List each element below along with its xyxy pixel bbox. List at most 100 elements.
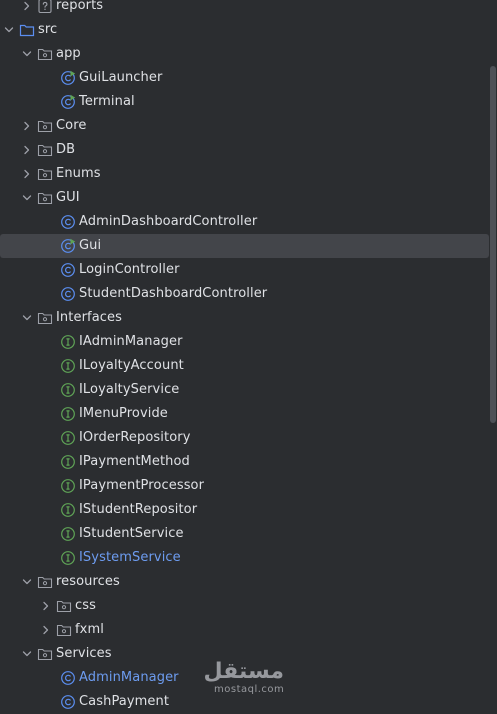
- tree-item-label: IAdminManager: [79, 334, 183, 349]
- chevron-down-icon[interactable]: [21, 186, 33, 210]
- tree-item-label: app: [56, 46, 81, 61]
- tree-item-interface[interactable]: IStudentRepositor: [0, 498, 489, 522]
- interface-icon: [60, 526, 76, 542]
- chevron-down-icon[interactable]: [21, 42, 33, 66]
- tree-item-interface[interactable]: IPaymentProcessor: [0, 474, 489, 498]
- watermark-arabic: مستقل: [203, 659, 284, 684]
- tree-item-label: IPaymentMethod: [79, 454, 190, 469]
- chevron-right-icon[interactable]: [21, 114, 33, 138]
- tree-item-label: Services: [56, 646, 112, 661]
- class-icon: [60, 214, 76, 230]
- unknown-file-icon: [37, 0, 53, 14]
- tree-item-guilauncher[interactable]: GuiLauncher: [0, 66, 489, 90]
- tree-item-label: src: [38, 22, 58, 37]
- class-icon: [60, 670, 76, 686]
- package-icon: [37, 574, 53, 590]
- tree-item-interfaces[interactable]: Interfaces: [0, 306, 489, 330]
- chevron-right-icon[interactable]: [40, 618, 52, 642]
- tree-item-label: StudentDashboardController: [79, 286, 268, 301]
- tree-item-interface[interactable]: IStudentService: [0, 522, 489, 546]
- package-icon: [37, 118, 53, 134]
- tree-item-interface[interactable]: ISystemService: [0, 546, 489, 570]
- tree-item-interface[interactable]: ILoyaltyService: [0, 378, 489, 402]
- tree-item-css[interactable]: css: [0, 594, 489, 618]
- interface-icon: [60, 382, 76, 398]
- tree-item-gui-class[interactable]: Gui: [0, 234, 489, 258]
- tree-item-label: LoginController: [79, 262, 180, 277]
- tree-item-admindashboardcontroller[interactable]: AdminDashboardController: [0, 210, 489, 234]
- tree-item-label: IStudentService: [79, 526, 184, 541]
- tree-item-label: IMenuProvide: [79, 406, 168, 421]
- tree-item-studentdashboardcontroller[interactable]: StudentDashboardController: [0, 282, 489, 306]
- tree-item-label: CashPayment: [79, 694, 170, 709]
- tree-item-label: DB: [56, 142, 76, 157]
- tree-item-label: ILoyaltyService: [79, 382, 180, 397]
- tree-item-resources[interactable]: resources: [0, 570, 489, 594]
- package-icon: [37, 142, 53, 158]
- package-icon: [37, 166, 53, 182]
- package-icon: [56, 622, 72, 638]
- tree-item-interface[interactable]: ILoyaltyAccount: [0, 354, 489, 378]
- watermark-logo: مستقل mostaql.com: [203, 659, 285, 696]
- chevron-right-icon[interactable]: [21, 162, 33, 186]
- tree-item-label: Core: [56, 118, 87, 133]
- vertical-scrollbar[interactable]: [490, 66, 496, 423]
- tree-item-label: fxml: [75, 622, 104, 637]
- source-folder-icon: [19, 22, 35, 38]
- package-icon: [37, 646, 53, 662]
- chevron-down-icon[interactable]: [21, 570, 33, 594]
- package-icon: [56, 598, 72, 614]
- tree-item-label: Interfaces: [56, 310, 122, 325]
- tree-item-app[interactable]: app: [0, 42, 489, 66]
- runnable-class-icon: [60, 70, 76, 86]
- tree-item-label: IPaymentProcessor: [79, 478, 205, 493]
- tree-item-interface[interactable]: IOrderRepository: [0, 426, 489, 450]
- watermark-latin: mostaql.com: [214, 684, 285, 695]
- interface-icon: [60, 334, 76, 350]
- tree-item-label: AdminManager: [79, 670, 179, 685]
- tree-item-label: reports: [56, 0, 104, 13]
- class-icon: [60, 262, 76, 278]
- tree-item-label: AdminDashboardController: [79, 214, 258, 229]
- tree-item-label: Enums: [56, 166, 101, 181]
- tree-item-fxml[interactable]: fxml: [0, 618, 489, 642]
- chevron-right-icon[interactable]: [21, 138, 33, 162]
- chevron-right-icon[interactable]: [40, 594, 52, 618]
- tree-item-label: resources: [56, 574, 120, 589]
- runnable-class-icon: [60, 238, 76, 254]
- tree-item-label: ILoyaltyAccount: [79, 358, 184, 373]
- package-icon: [37, 310, 53, 326]
- chevron-down-icon[interactable]: [3, 18, 15, 42]
- tree-item-label: Gui: [79, 238, 102, 253]
- tree-item-interface[interactable]: IPaymentMethod: [0, 450, 489, 474]
- tree-item-gui[interactable]: GUI: [0, 186, 489, 210]
- tree-item-label: GUI: [56, 190, 80, 205]
- tree-item-label: Terminal: [79, 94, 135, 109]
- tree-item-label: GuiLauncher: [79, 70, 163, 85]
- interface-icon: [60, 502, 76, 518]
- tree-item-logincontroller[interactable]: LoginController: [0, 258, 489, 282]
- interface-icon: [60, 478, 76, 494]
- tree-item-src[interactable]: src: [0, 18, 489, 42]
- interface-icon: [60, 358, 76, 374]
- tree-item-interface[interactable]: IAdminManager: [0, 330, 489, 354]
- interface-icon: [60, 406, 76, 422]
- package-icon: [37, 46, 53, 62]
- tree-item-label: ISystemService: [79, 550, 181, 565]
- package-icon: [37, 190, 53, 206]
- tree-item-label: IStudentRepositor: [79, 502, 198, 517]
- tree-item-terminal[interactable]: Terminal: [0, 90, 489, 114]
- tree-item-core[interactable]: Core: [0, 114, 489, 138]
- tree-item-label: css: [75, 598, 96, 613]
- tree-item-db[interactable]: DB: [0, 138, 489, 162]
- chevron-right-icon[interactable]: [21, 0, 33, 18]
- chevron-down-icon[interactable]: [21, 642, 33, 666]
- tree-item-interface[interactable]: IMenuProvide: [0, 402, 489, 426]
- interface-icon: [60, 454, 76, 470]
- tree-item-enums[interactable]: Enums: [0, 162, 489, 186]
- chevron-down-icon[interactable]: [21, 306, 33, 330]
- runnable-class-icon: [60, 94, 76, 110]
- class-icon: [60, 286, 76, 302]
- tree-item-reports[interactable]: reports: [0, 0, 489, 18]
- interface-icon: [60, 430, 76, 446]
